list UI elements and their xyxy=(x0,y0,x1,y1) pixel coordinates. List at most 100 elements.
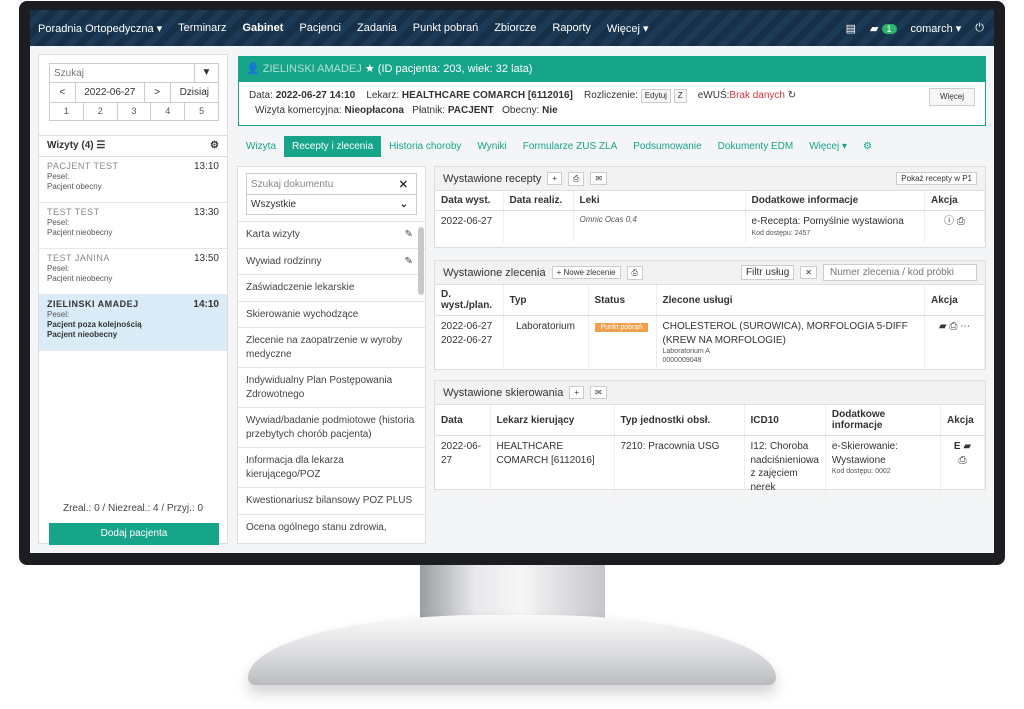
prev-day-button[interactable]: < xyxy=(50,83,76,102)
search-input[interactable] xyxy=(50,64,194,82)
document-search[interactable]: Szukaj dokumentu ✕ xyxy=(246,173,417,195)
tab-prescriptions-orders[interactable]: Recepty i zlecenia xyxy=(284,135,382,157)
visit-item[interactable]: TEST JANINA Pesel: Pacjent nieobecny 13:… xyxy=(39,249,227,295)
z-button[interactable]: Z xyxy=(673,89,687,103)
nav-more[interactable]: Więcej ▾ xyxy=(599,22,657,35)
more-button[interactable]: Więcej xyxy=(928,88,975,106)
tab-summary[interactable]: Podsumowanie xyxy=(625,136,709,157)
add-icon[interactable]: + xyxy=(547,172,563,185)
col-status: Status xyxy=(588,285,657,316)
cell-doctor: HEALTHCARE COMARCH [6112016] xyxy=(490,435,615,498)
document-search-placeholder: Szukaj dokumentu xyxy=(251,178,334,190)
document-item[interactable]: Indywidualny Plan Postępowania Zdrowotne… xyxy=(238,367,425,407)
nav-clinic[interactable]: Poradnia Ortopedyczna ▾ xyxy=(30,22,170,35)
document-item[interactable]: Skierowanie wychodzące xyxy=(238,300,425,328)
gear-icon[interactable]: ⚙ xyxy=(210,140,219,152)
visit-counts: Zreal.: 0 / Niezreal.: 4 / Przyj.: 0 xyxy=(62,503,204,514)
prescriptions-title: Wystawione recepty xyxy=(443,172,542,185)
document-item[interactable]: Zaświadczenie lekarskie xyxy=(238,274,425,301)
tab-history[interactable]: Historia choroby xyxy=(381,136,469,157)
table-row[interactable]: 2022-06-27 Omnic Ocas 0,4 e-Recepta: Pom… xyxy=(435,210,985,242)
document-item[interactable]: Zlecenie na zaopatrzenie w wyroby medycz… xyxy=(238,327,425,367)
mail-icon[interactable]: ✉ xyxy=(590,386,607,399)
current-date[interactable]: 2022-06-27 xyxy=(76,83,145,102)
nav-collection-point[interactable]: Punkt pobrań xyxy=(405,22,486,34)
col-action: Akcja xyxy=(924,191,985,211)
folder-open-icon[interactable]: ▰ xyxy=(963,441,971,452)
show-p1-button[interactable]: Pokaż recepty w P1 xyxy=(896,172,977,185)
clear-icon[interactable]: ✕ xyxy=(800,266,817,279)
settings-icon[interactable]: ⚙ xyxy=(855,136,880,157)
visits-header: Wizyty (4) ☰ ⚙ xyxy=(39,135,227,157)
print-icon[interactable]: ⎙ xyxy=(959,455,967,466)
nav-office[interactable]: Gabinet xyxy=(234,22,291,34)
document-list-scrollbar[interactable] xyxy=(418,227,424,295)
visit-item[interactable]: PACJENT TEST Pesel: Pacjent obecny 13:10 xyxy=(39,157,227,203)
tab-more[interactable]: Więcej ▾ xyxy=(801,136,855,157)
nav-summary[interactable]: Zbiorcze xyxy=(486,22,544,34)
clear-icon[interactable]: ✕ xyxy=(391,178,416,191)
access-code: Kod dostępu: 0002 xyxy=(831,468,891,475)
document-item[interactable]: Wywiad rodzinny ✎ xyxy=(238,247,425,275)
nav-tasks[interactable]: Zadania xyxy=(349,22,405,34)
nav-schedule[interactable]: Terminarz xyxy=(170,22,234,34)
order-search-input[interactable] xyxy=(823,264,977,281)
e-referral-icon[interactable]: E xyxy=(954,441,961,452)
page-2[interactable]: 2 xyxy=(84,103,118,120)
print-icon[interactable]: ⎙ xyxy=(568,171,585,186)
edit-button[interactable]: Edytuj xyxy=(640,89,671,103)
print-icon[interactable]: ⎙ xyxy=(949,321,957,332)
prescriptions-title-bar: Wystawione recepty + ⎙ ✉ Pokaż recepty w… xyxy=(435,167,985,191)
tab-results[interactable]: Wyniki xyxy=(469,136,514,157)
visit-time: 14:10 xyxy=(193,299,219,310)
cell-info: e-Recepta: Pomyślnie wystawiona xyxy=(751,216,904,227)
add-patient-button[interactable]: Dodaj pacjenta xyxy=(49,523,219,545)
add-icon[interactable]: + xyxy=(569,386,585,399)
page-1[interactable]: 1 xyxy=(50,103,84,120)
new-order-button[interactable]: + Nowe zlecenie xyxy=(551,266,621,279)
nav-patients[interactable]: Pacjenci xyxy=(291,22,349,34)
today-button[interactable]: Dzisiaj xyxy=(171,83,218,102)
document-item[interactable]: Karta wizyty ✎ xyxy=(238,221,425,248)
document-filter-select[interactable]: Wszystkie ⌄ xyxy=(246,195,417,215)
next-day-button[interactable]: > xyxy=(145,83,171,102)
tab-edm-documents[interactable]: Dokumenty EDM xyxy=(710,136,802,157)
document-item[interactable]: Kwestionariusz bilansowy POZ PLUS xyxy=(238,487,425,514)
table-row[interactable]: 2022-06-27 HEALTHCARE COMARCH [6112016] … xyxy=(435,435,985,498)
folder-icon[interactable]: ▰ 1 xyxy=(870,22,897,35)
tab-zus-forms[interactable]: Formularze ZUS ZLA xyxy=(515,136,625,157)
visit-pesel: Pesel: xyxy=(47,172,70,182)
folder-open-icon[interactable]: ▰ xyxy=(939,321,947,332)
ewus-status: Brak danych xyxy=(729,90,785,101)
document-item[interactable]: Wywiad/badanie podmiotowe (historia prze… xyxy=(238,407,425,447)
visit-status: Pacjent nieobecny xyxy=(47,330,118,340)
document-item[interactable]: Informacja dla lekarza kierującego/POZ xyxy=(238,447,425,487)
list-icon[interactable]: ☰ xyxy=(94,140,105,152)
visit-time: 13:50 xyxy=(193,253,219,264)
print-icon[interactable]: ⎙ xyxy=(957,216,965,227)
page-5[interactable]: 5 xyxy=(185,103,218,120)
info-icon[interactable]: ⓘ xyxy=(944,216,954,227)
refresh-icon[interactable]: ↻ xyxy=(788,90,796,101)
more-icon[interactable]: ⋯ xyxy=(960,321,970,332)
pin-icon[interactable]: ✎ xyxy=(405,228,413,242)
power-icon[interactable]: ⏻ xyxy=(975,22,984,35)
user-menu[interactable]: comarch ▾ xyxy=(911,22,962,35)
keyboard-icon[interactable]: ▤ xyxy=(846,22,856,35)
page-4[interactable]: 4 xyxy=(151,103,186,120)
nav-reports[interactable]: Raporty xyxy=(544,22,599,34)
pin-icon[interactable]: ✎ xyxy=(405,255,413,269)
table-row[interactable]: 2022-06-27 2022-06-27 Laboratorium Punkt … xyxy=(435,315,985,370)
mail-icon[interactable]: ✉ xyxy=(590,172,608,185)
visit-item-selected[interactable]: ZIELINSKI AMADEJ Pesel: Pacjent poza kol… xyxy=(39,295,227,351)
print-icon[interactable]: ⎙ xyxy=(626,265,643,280)
table-header: D. wyst./plan. Typ Status Zlecone usługi… xyxy=(435,285,985,316)
document-item[interactable]: Ocena ogólnego stanu zdrowia, xyxy=(238,513,425,541)
visit-item[interactable]: TEST TEST Pesel: Pacjent nieobecny 13:30 xyxy=(39,203,227,249)
page-3[interactable]: 3 xyxy=(118,103,152,120)
star-icon[interactable]: ★ xyxy=(365,63,378,75)
filter-icon[interactable]: ▼ xyxy=(194,64,218,82)
tab-visit[interactable]: Wizyta xyxy=(238,136,284,157)
filter-services-button[interactable]: Filtr usług xyxy=(740,265,795,280)
user-icon: 👤 xyxy=(246,63,263,75)
